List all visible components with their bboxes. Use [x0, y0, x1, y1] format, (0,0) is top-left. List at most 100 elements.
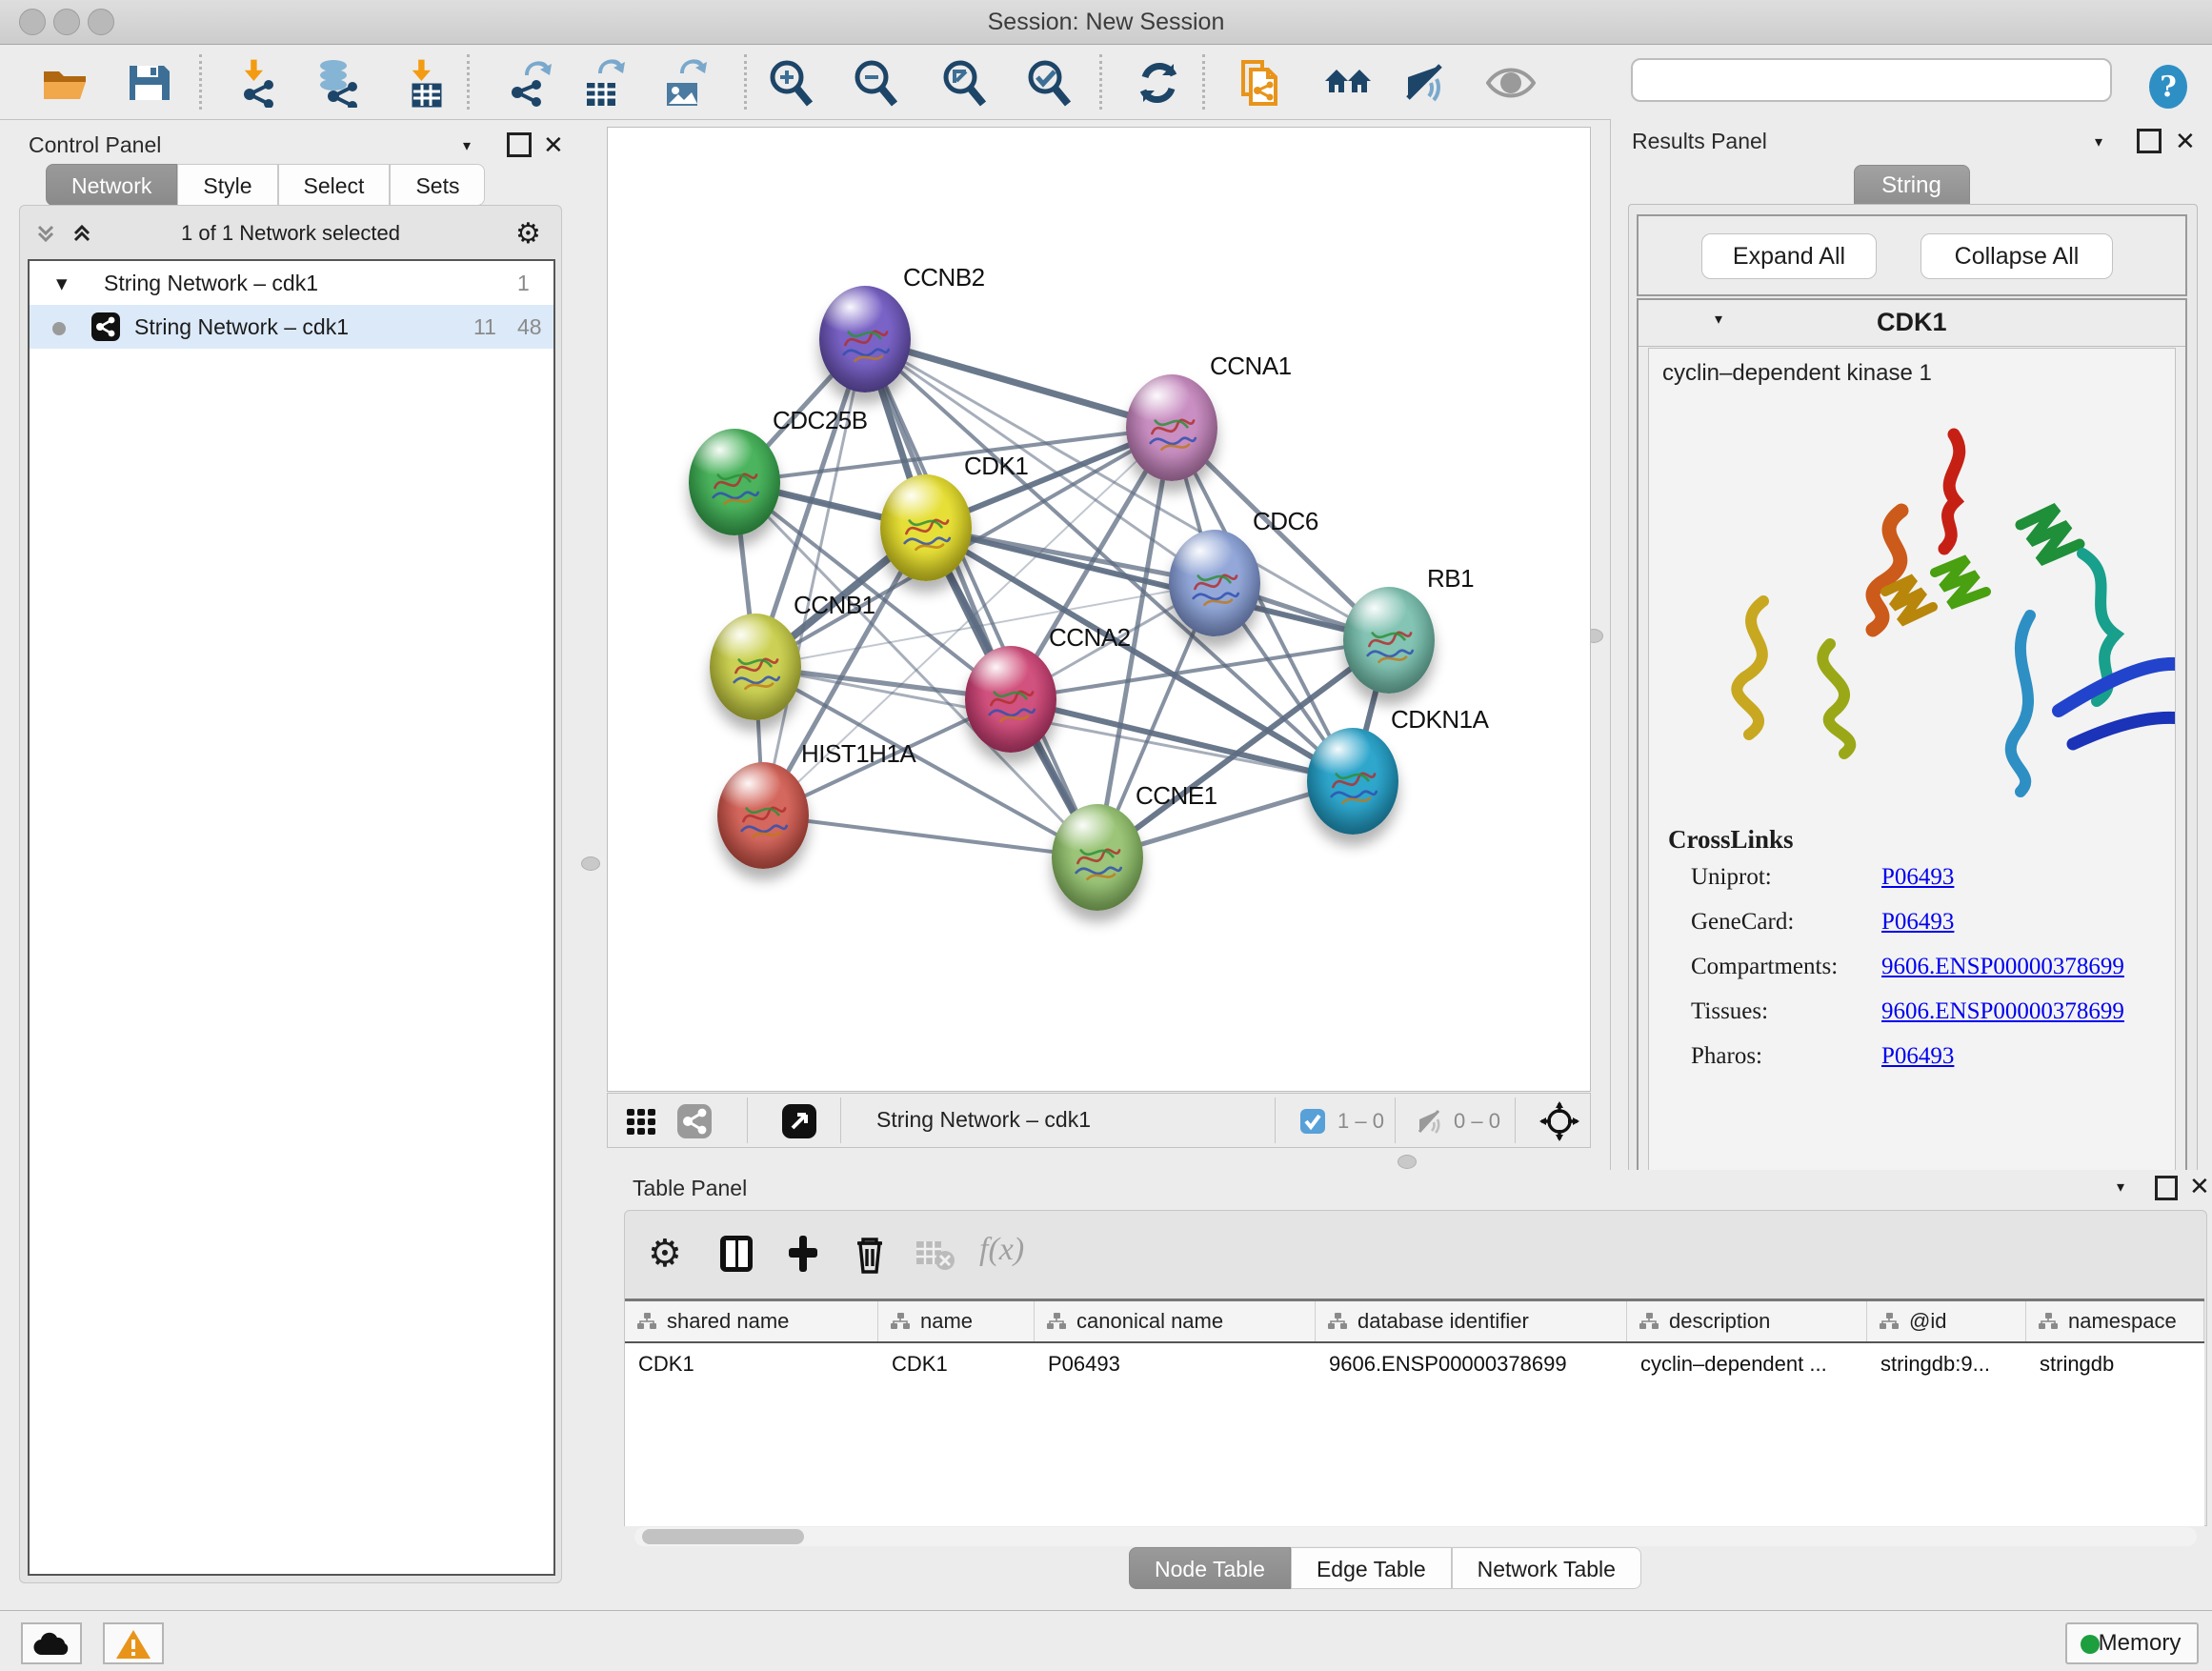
node-CDK1[interactable]: [880, 474, 972, 581]
node-CCNB2[interactable]: [819, 286, 911, 393]
results-panel-menu-icon[interactable]: ▾: [2095, 132, 2102, 151]
hidden-eye-icon[interactable]: [1414, 1107, 1444, 1142]
birdseye-view-icon[interactable]: [781, 1103, 817, 1144]
tab-select[interactable]: Select: [278, 164, 391, 206]
table-cell: 9606.ENSP00000378699: [1316, 1343, 1627, 1385]
import-network-from-database-icon[interactable]: [312, 58, 362, 108]
table-panel-tabs: Node TableEdge TableNetwork Table: [1129, 1547, 1641, 1589]
toolbar-separator: [467, 54, 470, 110]
zoom-in-icon[interactable]: [766, 58, 815, 108]
crosslink-link[interactable]: P06493: [1881, 864, 1954, 891]
delete-column-icon[interactable]: [848, 1232, 892, 1276]
scrollbar-thumb[interactable]: [642, 1529, 804, 1544]
import-network-from-file-icon[interactable]: [232, 58, 282, 108]
node-CCNA1[interactable]: [1126, 374, 1217, 481]
memory-status-dot: [2081, 1635, 2100, 1654]
collapse-all-button[interactable]: Collapse All: [1920, 233, 2113, 279]
table-settings-gear-icon[interactable]: ⚙: [648, 1232, 692, 1276]
zoom-selected-icon[interactable]: [1024, 58, 1074, 108]
column-header-description[interactable]: description: [1627, 1301, 1867, 1341]
import-table-icon[interactable]: [398, 58, 448, 108]
collection-collapse-icon[interactable]: ▾: [56, 261, 68, 305]
tab-network-table[interactable]: Network Table: [1452, 1547, 1641, 1589]
gene-collapse-icon[interactable]: ▾: [1715, 310, 1722, 329]
control-panel-close-icon[interactable]: ✕: [543, 131, 564, 160]
table-panel-float-icon[interactable]: [2155, 1176, 2178, 1200]
network-collection-row[interactable]: ▾ String Network – cdk1 1: [30, 261, 553, 305]
export-image-icon[interactable]: [657, 58, 707, 108]
column-header-canonical-name[interactable]: canonical name: [1035, 1301, 1316, 1341]
tab-network[interactable]: Network: [46, 164, 177, 206]
title-bar: Session: New Session: [0, 0, 2212, 45]
network-share-view-icon[interactable]: [676, 1103, 713, 1144]
hide-selected-icon[interactable]: [1398, 58, 1448, 108]
node-RB1[interactable]: [1343, 587, 1435, 694]
tab-style[interactable]: Style: [177, 164, 277, 206]
column-header-shared-name[interactable]: shared name: [625, 1301, 878, 1341]
left-divider-grip[interactable]: [581, 856, 600, 871]
column-header-name[interactable]: name: [878, 1301, 1035, 1341]
node-CCNB1[interactable]: [710, 614, 801, 720]
node-CDKN1A[interactable]: [1307, 728, 1398, 835]
node-HIST1H1A[interactable]: [717, 762, 809, 869]
add-column-icon[interactable]: [781, 1232, 825, 1276]
crosslink-link[interactable]: 9606.ENSP00000378699: [1881, 998, 2124, 1025]
search-input[interactable]: [1631, 58, 2112, 102]
crosslink-link[interactable]: P06493: [1881, 909, 1954, 936]
network-row[interactable]: String Network – cdk1 11 48: [30, 305, 553, 349]
zoom-out-icon[interactable]: [851, 58, 900, 108]
string-home-icon[interactable]: [1323, 58, 1373, 108]
bottom-divider-grip[interactable]: [1398, 1155, 1417, 1169]
node-CCNE1[interactable]: [1052, 804, 1143, 911]
tab-string[interactable]: String: [1854, 165, 1970, 207]
string-network-icon: [90, 312, 121, 356]
export-network-icon[interactable]: [502, 58, 552, 108]
network-options-gear-icon[interactable]: ⚙: [515, 217, 541, 251]
expand-all-button[interactable]: Expand All: [1701, 233, 1877, 279]
show-all-icon[interactable]: [1486, 58, 1536, 108]
toolbar-separator: [1099, 54, 1102, 110]
network-canvas[interactable]: CCNB2CCNA1CDC25BCDK1CDC6RB1CCNB1CCNA2CDK…: [607, 127, 1591, 1092]
zoom-fit-icon[interactable]: [939, 58, 989, 108]
gene-section-header[interactable]: ▾ CDK1: [1639, 300, 2185, 347]
column-header-database-identifier[interactable]: database identifier: [1316, 1301, 1627, 1341]
help-icon[interactable]: ?: [2143, 62, 2193, 111]
toolbar-separator: [199, 54, 202, 110]
delete-table-icon: [913, 1232, 956, 1276]
fit-crosshair-icon[interactable]: [1539, 1101, 1579, 1146]
column-label: database identifier: [1357, 1309, 1529, 1333]
open-session-icon[interactable]: [40, 58, 90, 108]
crosslink-link[interactable]: 9606.ENSP00000378699: [1881, 954, 2124, 980]
control-panel-menu-icon[interactable]: ▾: [463, 136, 471, 155]
table-panel-close-icon[interactable]: ✕: [2189, 1172, 2210, 1201]
export-table-icon[interactable]: [575, 58, 625, 108]
table-rows: CDK1CDK1P064939606.ENSP00000378699cyclin…: [625, 1343, 2204, 1385]
table-panel-menu-icon[interactable]: ▾: [2117, 1178, 2124, 1197]
results-panel-float-icon[interactable]: [2137, 129, 2162, 153]
table-horizontal-scrollbar[interactable]: [634, 1527, 2197, 1546]
column-label: description: [1669, 1309, 1770, 1333]
selected-checkbox-icon[interactable]: [1299, 1108, 1326, 1139]
column-header--id[interactable]: @id: [1867, 1301, 2026, 1341]
save-session-icon[interactable]: [124, 58, 173, 108]
node-CDC25B[interactable]: [689, 429, 780, 535]
column-header-namespace[interactable]: namespace: [2026, 1301, 2204, 1341]
warning-button[interactable]: [103, 1622, 164, 1664]
protein-structure-image: [1649, 396, 2175, 806]
tab-edge-table[interactable]: Edge Table: [1291, 1547, 1452, 1589]
tab-node-table[interactable]: Node Table: [1129, 1547, 1291, 1589]
node-CCNA2[interactable]: [965, 646, 1056, 753]
grid-view-icon[interactable]: [625, 1105, 657, 1142]
table-row[interactable]: CDK1CDK1P064939606.ENSP00000378699cyclin…: [625, 1343, 2204, 1385]
copy-network-icon[interactable]: [1236, 58, 1285, 108]
cloud-button[interactable]: [21, 1622, 82, 1664]
refresh-icon[interactable]: [1134, 58, 1183, 108]
node-CDC6[interactable]: [1169, 530, 1260, 636]
tab-sets[interactable]: Sets: [390, 164, 485, 206]
crosslink-link[interactable]: P06493: [1881, 1043, 1954, 1070]
control-panel-float-icon[interactable]: [507, 132, 532, 157]
show-columns-icon[interactable]: [714, 1232, 758, 1276]
memory-button[interactable]: Memory: [2065, 1622, 2199, 1664]
window-title: Session: New Session: [0, 9, 2212, 36]
results-panel-close-icon[interactable]: ✕: [2175, 127, 2196, 156]
